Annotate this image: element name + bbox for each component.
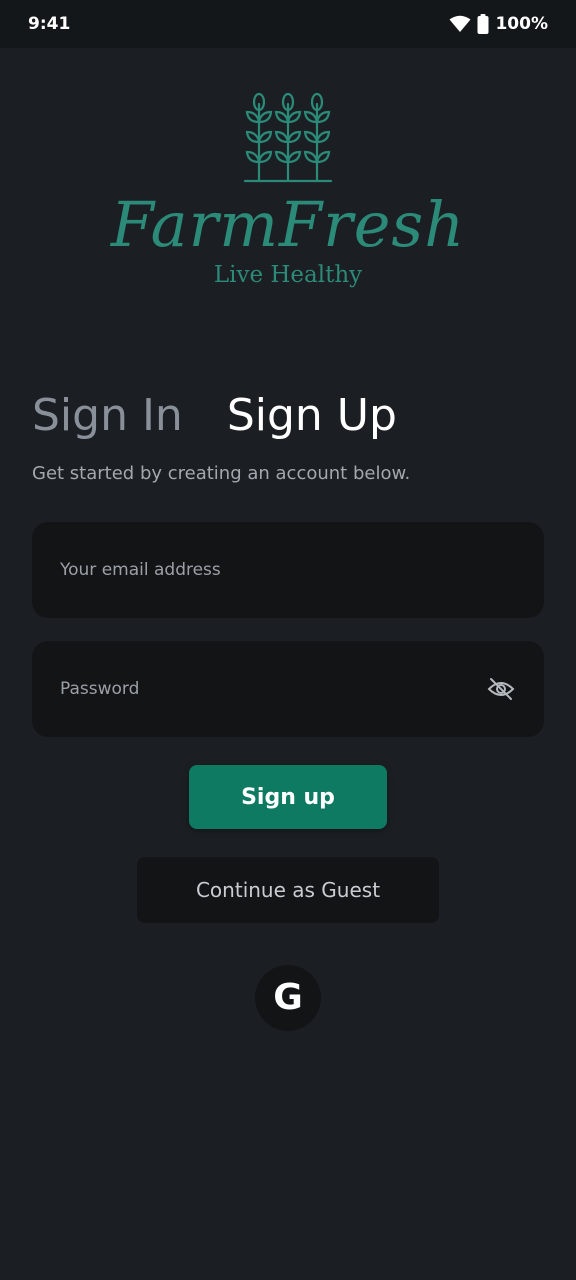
status-time: 9:41 <box>28 14 71 34</box>
status-icons: 100% <box>449 14 548 34</box>
tab-sign-in[interactable]: Sign In <box>32 388 183 444</box>
battery-percent: 100% <box>495 14 548 34</box>
status-bar: 9:41 100% <box>0 0 576 48</box>
continue-as-guest-button[interactable]: Continue as Guest <box>137 857 439 923</box>
wheat-icon <box>243 92 333 188</box>
battery-icon <box>477 14 489 34</box>
sign-up-button[interactable]: Sign up <box>189 765 387 829</box>
brand-tagline: Live Healthy <box>213 262 363 288</box>
brand-logo: FarmFresh Live Healthy <box>0 92 576 312</box>
google-sign-in-button[interactable]: G <box>255 965 321 1031</box>
wifi-icon <box>449 15 471 33</box>
email-field[interactable] <box>60 560 516 580</box>
password-field-container <box>32 641 544 737</box>
brand-name: FarmFresh <box>110 188 466 261</box>
form-subtitle: Get started by creating an account below… <box>32 463 411 484</box>
tab-sign-up[interactable]: Sign Up <box>227 388 397 444</box>
google-icon: G <box>273 977 303 1018</box>
password-field[interactable] <box>60 679 486 699</box>
auth-tabs: Sign In Sign Up <box>32 388 397 444</box>
eye-off-icon[interactable] <box>486 674 516 704</box>
email-field-container <box>32 522 544 618</box>
